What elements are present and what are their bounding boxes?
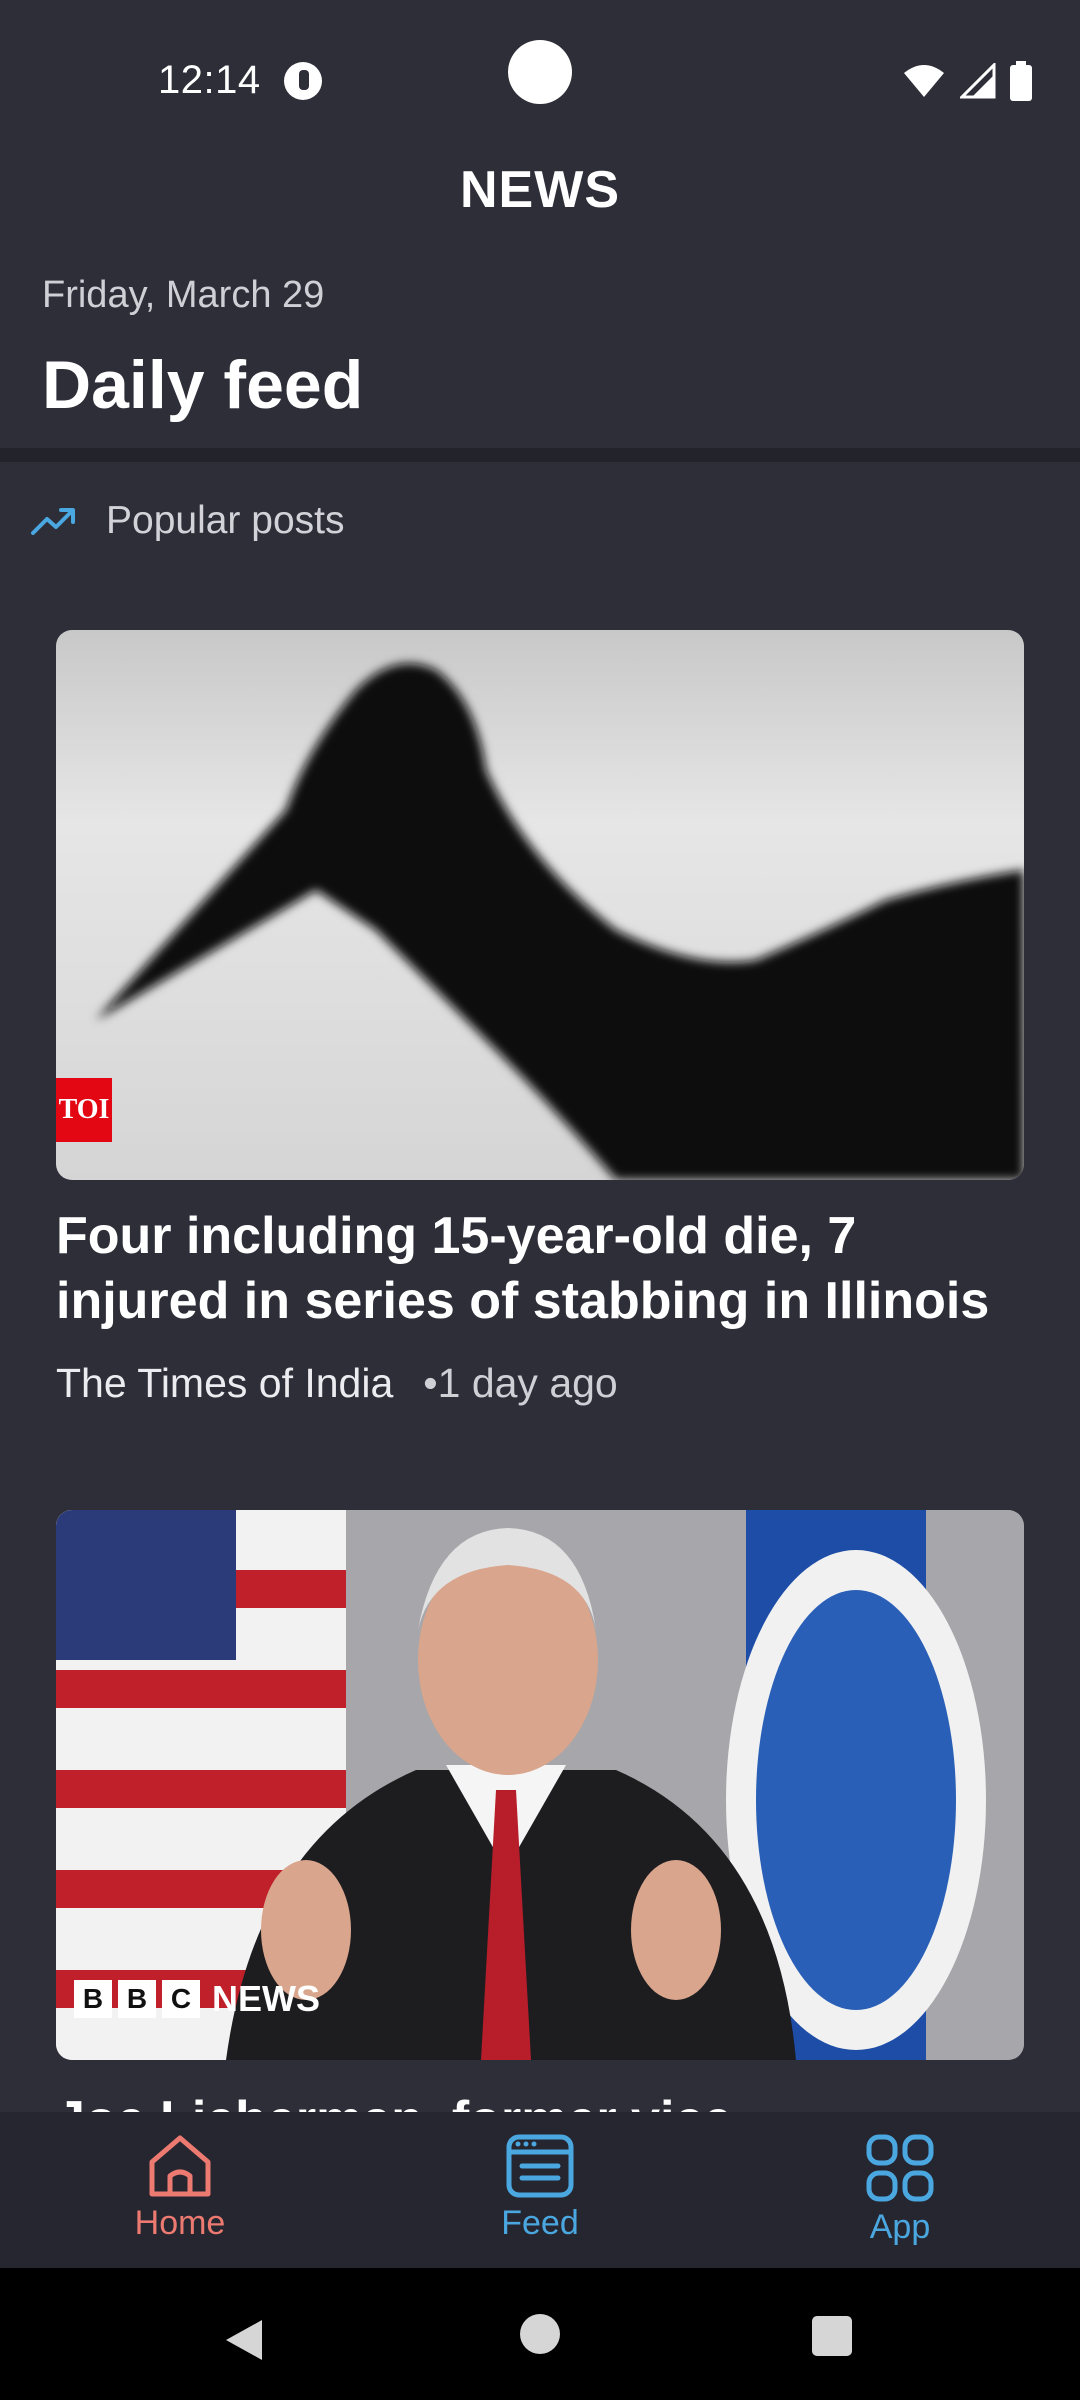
apps-grid-icon (866, 2134, 934, 2202)
article-time: •1 day ago (423, 1360, 618, 1406)
recents-button[interactable] (812, 2316, 852, 2356)
nav-item-app[interactable]: App (720, 2112, 1080, 2268)
status-time: 12:14 (158, 58, 261, 102)
nav-item-home[interactable]: Home (0, 2112, 360, 2268)
logo-letter: C (162, 1980, 200, 2018)
back-icon[interactable] (222, 2318, 264, 2362)
logo-word: NEWS (212, 1978, 320, 2019)
source-logo: B B C NEWS (74, 1978, 320, 2020)
section-popular-posts: Popular posts (30, 496, 344, 546)
bottom-navigation: Home Feed App (0, 2112, 1080, 2268)
page-title: Daily feed (42, 347, 364, 423)
article-image-knife-silhouette[interactable]: TOI (56, 630, 1024, 1180)
logo-letter: B (74, 1980, 112, 2018)
knife-silhouette-image (96, 663, 1024, 1180)
article-title-line: injured in series of stabbing in Illinoi… (56, 1272, 990, 1330)
nav-label: App (869, 2208, 931, 2246)
feed-icon (506, 2134, 574, 2198)
article-meta: The Times of India •1 day ago (56, 1360, 618, 1407)
nav-label: Home (134, 2204, 226, 2242)
battery-icon (1010, 61, 1032, 101)
article-title-line: Four including 15-year-old die, 7 (56, 1207, 857, 1265)
status-bar: 12:14 (0, 0, 1080, 130)
nav-label: Feed (501, 2204, 579, 2242)
source-logo: TOI (56, 1078, 112, 1142)
header-divider (0, 448, 1080, 462)
article-image-press-photo[interactable]: B B C NEWS (56, 1510, 1024, 2060)
feed-date: Friday, March 29 (42, 274, 325, 316)
nav-item-feed[interactable]: Feed (360, 2112, 720, 2268)
article-source: The Times of India (56, 1360, 394, 1406)
notification-app-icon (284, 62, 322, 100)
logo-letter: B (118, 1980, 156, 2018)
system-status-icons (902, 60, 1032, 102)
wifi-icon (904, 65, 944, 97)
app-title: NEWS (460, 161, 620, 219)
home-button[interactable] (520, 2314, 560, 2354)
section-label: Popular posts (106, 499, 345, 542)
trending-up-icon (31, 508, 75, 535)
system-navigation-bar (0, 2268, 1080, 2400)
signal-icon (960, 63, 996, 99)
article-title[interactable]: Four including 15-year-old die, 7 injure… (56, 1204, 1046, 1334)
camera-cutout (508, 40, 572, 104)
home-icon (149, 2135, 211, 2197)
